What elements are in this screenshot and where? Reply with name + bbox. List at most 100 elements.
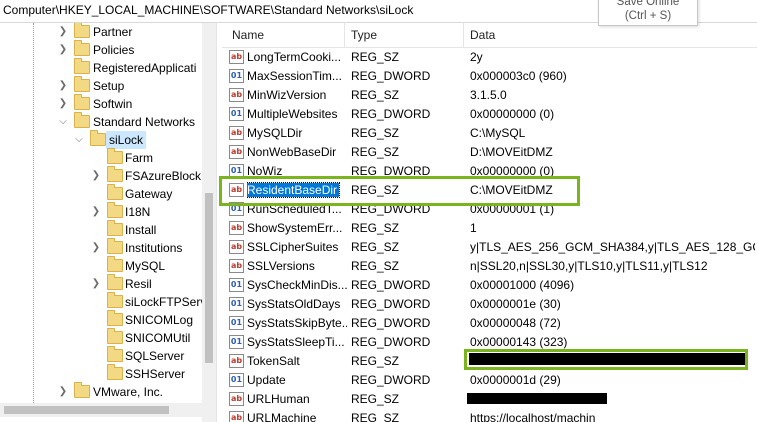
value-data: 0x00001000 (4096) [470, 278, 575, 292]
table-row[interactable]: 01 Update REG_DWORD 0x0000001d (29) [222, 371, 757, 390]
tree-item-label: siLock [106, 131, 147, 149]
tree-vertical-scrollbar[interactable] [202, 23, 216, 422]
folder-icon [107, 364, 123, 380]
chevron-right-icon[interactable]: ❯ [58, 41, 68, 59]
value-name: ShowSystemErr... [247, 219, 347, 238]
tree-item-label: Gateway [125, 187, 173, 201]
chevron-right-icon[interactable]: ❯ [58, 77, 68, 95]
registry-tree[interactable]: ❯ Partner ❯ Policies RegisteredApplicati… [0, 23, 202, 422]
chevron-down-icon[interactable]: ⌵ [58, 113, 68, 131]
table-row[interactable]: 01 SysStatsOldDays REG_DWORD 0x0000001e (30… [222, 295, 757, 314]
tree-item-label: Policies [93, 43, 135, 57]
binary-value-icon: 01 [229, 69, 244, 83]
value-name: Update [247, 371, 347, 390]
value-name-text: URLHuman [247, 392, 310, 406]
value-data: 0x00000000 (0) [470, 107, 555, 121]
tree-item-label: FSAzureBlockE [125, 169, 202, 183]
chevron-right-icon[interactable]: ❯ [58, 23, 68, 41]
table-row[interactable]: ab ShowSystemErr... REG_SZ 1 [222, 219, 757, 238]
binary-value-icon: 01 [229, 278, 244, 292]
value-name-text: SysCheckMinDis... [247, 278, 347, 292]
string-value-icon: ab [229, 259, 244, 273]
address-path[interactable]: Computer\HKEY_LOCAL_MACHINE\SOFTWARE\Sta… [3, 3, 413, 17]
chevron-right-icon[interactable]: ❯ [58, 383, 68, 401]
value-name: NonWebBaseDir [247, 143, 347, 162]
table-row[interactable]: ab MySQLDir REG_SZ C:\MySQL [222, 124, 757, 143]
value-type: REG_SZ [351, 145, 400, 159]
chevron-right-icon[interactable]: ❯ [91, 203, 101, 221]
value-name: TokenSalt [247, 352, 347, 371]
value-name: SysStatsOldDays [247, 295, 347, 314]
tree-item-label: Standard Networks [93, 115, 196, 129]
binary-value-icon: 01 [229, 373, 244, 387]
chevron-right-icon[interactable]: ❯ [58, 95, 68, 113]
chevron-right-icon[interactable]: ❯ [91, 167, 101, 185]
folder-icon [74, 94, 90, 110]
tree-item-label: Farm [125, 151, 153, 165]
value-data: 2y [470, 50, 483, 64]
value-name-text: SSLVersions [247, 259, 315, 273]
column-divider[interactable] [344, 23, 345, 47]
table-row[interactable]: 01 MaxSessionTim... REG_DWORD 0x000003c0 (9… [222, 67, 757, 86]
string-value-icon: ab [229, 221, 244, 235]
folder-icon [107, 166, 123, 182]
column-header-type[interactable]: Type [351, 28, 377, 42]
scrollbar-thumb[interactable] [4, 406, 169, 414]
chevron-right-icon[interactable]: ❯ [91, 275, 101, 293]
binary-value-icon: 01 [229, 335, 244, 349]
folder-icon [107, 148, 123, 164]
value-name-text: URLMachine [247, 411, 317, 422]
table-row[interactable]: 01 SysCheckMinDis... REG_DWORD 0x00001000 (… [222, 276, 757, 295]
table-row[interactable]: ab URLMachine REG_SZ https://localhost/mach… [222, 409, 757, 422]
column-header-data[interactable]: Data [470, 28, 495, 42]
table-row[interactable]: ab SSLVersions REG_SZ n|SSL20,n|SSL30,y|TLS… [222, 257, 757, 276]
tooltip-line-2: (Ctrl + S) [624, 10, 672, 22]
tree-item-label: SNICOMUtil [125, 331, 191, 345]
folder-icon [107, 274, 123, 290]
folder-icon [74, 76, 90, 92]
value-type: REG_SZ [351, 354, 400, 368]
tree-item-label: siLockFTPServ [125, 295, 202, 309]
value-data: 0x0000001e (30) [470, 297, 561, 311]
folder-icon [74, 112, 90, 128]
value-data: 1 [470, 221, 477, 235]
tree-item-label: Softwin [93, 97, 133, 111]
value-name-text: Update [247, 373, 286, 387]
folder-icon [107, 346, 123, 362]
string-value-icon: ab [229, 88, 244, 102]
string-value-icon: ab [229, 50, 244, 64]
string-value-icon: ab [229, 411, 244, 422]
value-type: REG_SZ [351, 392, 400, 406]
table-row[interactable]: 01 SysStatsSkipByte... REG_DWORD 0x00000048… [222, 314, 757, 333]
value-name: MySQLDir [247, 124, 347, 143]
tree-item-label: RegisteredApplicati [93, 61, 197, 75]
chevron-right-icon[interactable]: ❯ [91, 239, 101, 257]
value-data: n|SSL20,n|SSL30,y|TLS10,y|TLS11,y|TLS12 [470, 259, 708, 273]
value-data: 0x0000001d (29) [470, 373, 561, 387]
folder-icon [74, 23, 90, 38]
table-row[interactable]: ab LongTermCooki... REG_SZ 2y [222, 48, 757, 67]
binary-value-icon: 01 [229, 297, 244, 311]
table-row[interactable]: ab SSLCipherSuites REG_SZ y|TLS_AES_256_GCM… [222, 238, 757, 257]
chevron-down-icon[interactable]: ⌵ [74, 131, 84, 149]
tree-horizontal-scrollbar[interactable] [0, 403, 202, 417]
value-name: SysStatsSleepTi... [247, 333, 347, 352]
column-header-name[interactable]: Name [232, 28, 264, 42]
tree-item-label: MySQL [125, 259, 166, 273]
value-name: MaxSessionTim... [247, 67, 347, 86]
table-row[interactable]: 01 MultipleWebsites REG_DWORD 0x00000000 (0… [222, 105, 757, 124]
scrollbar-thumb[interactable] [205, 193, 213, 363]
value-name-text: NonWebBaseDir [247, 145, 337, 159]
value-type: REG_SZ [351, 411, 400, 422]
value-name-text: MinWizVersion [247, 88, 327, 102]
column-divider[interactable] [463, 23, 464, 47]
binary-value-icon: 01 [229, 316, 244, 330]
folder-icon [107, 292, 123, 308]
folder-icon [74, 58, 90, 74]
table-row[interactable]: ab NonWebBaseDir REG_SZ D:\MOVEitDMZ [222, 143, 757, 162]
folder-icon [74, 382, 90, 398]
value-name-text: SysStatsSleepTi... [247, 335, 345, 349]
table-row[interactable]: ab MinWizVersion REG_SZ 3.1.5.0 [222, 86, 757, 105]
value-data: y|TLS_AES_256_GCM_SHA384,y|TLS_AES_128_G… [470, 240, 755, 254]
folder-icon [107, 256, 123, 272]
